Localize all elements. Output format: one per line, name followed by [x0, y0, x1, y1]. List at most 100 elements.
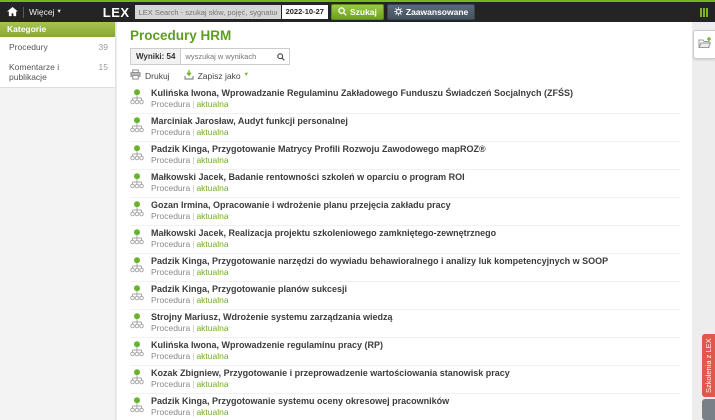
procedure-tree-icon — [130, 396, 144, 419]
result-title-link[interactable]: Padzik Kinga, Przygotowanie Matrycy Prof… — [151, 144, 486, 154]
status-badge: aktualna — [196, 239, 229, 249]
apps-grid-icon[interactable] — [700, 7, 708, 17]
search-date-field[interactable]: 2022-10-27 — [281, 5, 328, 19]
advanced-button-label: Zaawansowane — [405, 7, 469, 17]
result-item: Padzik Kinga, Przygotowanie Matrycy Prof… — [130, 142, 680, 170]
print-button-label: Drukuj — [145, 70, 170, 81]
result-item-body: Małkowski Jacek, Realizacja projektu szk… — [151, 228, 496, 251]
result-type: Procedura — [151, 379, 191, 389]
result-meta: Procedura | aktualna — [151, 183, 465, 193]
list-toolbar: Drukuj Zapisz jako ▾ — [130, 69, 680, 82]
result-title-link[interactable]: Padzik Kinga, Przygotowanie planów sukce… — [151, 284, 347, 294]
result-type: Procedura — [151, 155, 191, 165]
meta-separator: | — [192, 295, 195, 305]
sidebar-category-item[interactable]: Komentarze i publikacje 15 — [0, 57, 115, 87]
result-item: Małkowski Jacek, Badanie rentowności szk… — [130, 170, 680, 198]
status-badge: aktualna — [196, 127, 229, 137]
status-badge: aktualna — [196, 295, 229, 305]
side-tab-partial[interactable] — [702, 399, 715, 420]
procedure-tree-icon — [130, 116, 144, 139]
result-item-body: Strojny Mariusz, Wdrożenie systemu zarzą… — [151, 312, 393, 335]
result-title-link[interactable]: Strojny Mariusz, Wdrożenie systemu zarzą… — [151, 312, 393, 322]
lex-logo[interactable]: LEX — [103, 5, 130, 20]
result-item: Małkowski Jacek, Realizacja projektu szk… — [130, 226, 680, 254]
filter-search-button[interactable] — [273, 49, 289, 64]
categories-sidebar: Kategorie Procedury 39 Komentarze i publ… — [0, 22, 116, 420]
result-title-link[interactable]: Małkowski Jacek, Realizacja projektu szk… — [151, 228, 496, 238]
procedure-tree-icon — [130, 256, 144, 279]
search-icon — [338, 6, 347, 18]
result-meta: Procedura | aktualna — [151, 351, 383, 361]
result-item: Marciniak Jarosław, Audyt funkcji person… — [130, 114, 680, 142]
result-title-link[interactable]: Małkowski Jacek, Badanie rentowności szk… — [151, 172, 465, 182]
topbar-divider — [23, 6, 24, 18]
result-item: Padzik Kinga, Przygotowanie planów sukce… — [130, 282, 680, 310]
procedure-tree-icon — [130, 88, 144, 111]
search-icon — [277, 49, 286, 64]
printer-icon — [130, 69, 141, 82]
sidebar-items: Procedury 39 Komentarze i publikacje 15 — [0, 37, 115, 88]
result-type: Procedura — [151, 99, 191, 109]
meta-separator: | — [192, 379, 195, 389]
procedure-tree-icon — [130, 144, 144, 167]
meta-separator: | — [192, 127, 195, 137]
category-count: 15 — [98, 62, 108, 72]
result-item: Kulińska Iwona, Wprowadzenie regulaminu … — [130, 338, 680, 366]
save-as-button[interactable]: Zapisz jako ▾ — [183, 69, 248, 82]
page-title: Procedury HRM — [130, 28, 232, 43]
status-badge: aktualna — [196, 323, 229, 333]
result-type: Procedura — [151, 183, 191, 193]
result-meta: Procedura | aktualna — [151, 267, 608, 277]
trainings-tab[interactable]: Szkolenia z LEX — [702, 334, 715, 397]
result-item-body: Gozan Irmina, Opracowanie i wdrożenie pl… — [151, 200, 451, 223]
filter-results-input[interactable] — [181, 49, 274, 64]
sidebar-category-item[interactable]: Procedury 39 — [0, 37, 115, 57]
save-to-folder-flyout[interactable] — [693, 30, 715, 59]
more-menu-button[interactable]: Więcej ▾ — [29, 7, 61, 17]
result-type: Procedura — [151, 211, 191, 221]
result-type: Procedura — [151, 407, 191, 417]
result-title-link[interactable]: Padzik Kinga, Przygotowanie systemu ocen… — [151, 396, 449, 406]
trainings-tab-label: Szkolenia z LEX — [704, 338, 713, 393]
result-meta: Procedura | aktualna — [151, 323, 393, 333]
procedure-tree-icon — [130, 312, 144, 335]
results-list: Kulińska Iwona, Wprowadzanie Regulaminu … — [130, 86, 680, 420]
result-title-link[interactable]: Gozan Irmina, Opracowanie i wdrożenie pl… — [151, 200, 451, 210]
save-icon — [183, 69, 194, 82]
status-badge: aktualna — [196, 99, 229, 109]
result-title-link[interactable]: Kulińska Iwona, Wprowadzenie regulaminu … — [151, 340, 383, 350]
procedure-tree-icon — [130, 172, 144, 195]
result-item-body: Padzik Kinga, Przygotowanie Matrycy Prof… — [151, 144, 486, 167]
procedure-tree-icon — [130, 228, 144, 251]
category-label: Komentarze i publikacje — [9, 62, 60, 82]
result-meta: Procedura | aktualna — [151, 295, 347, 305]
result-title-link[interactable]: Kulińska Iwona, Wprowadzanie Regulaminu … — [151, 88, 573, 98]
advanced-search-button[interactable]: Zaawansowane — [386, 4, 476, 20]
meta-separator: | — [192, 351, 195, 361]
search-button-label: Szukaj — [349, 7, 377, 17]
results-panel: Procedury HRM Wyniki: 54 Drukuj Zapisz j… — [117, 22, 692, 420]
result-title-link[interactable]: Padzik Kinga, Przygotowanie narzędzi do … — [151, 256, 608, 266]
meta-separator: | — [192, 267, 195, 277]
result-item-body: Padzik Kinga, Przygotowanie systemu ocen… — [151, 396, 449, 419]
result-meta: Procedura | aktualna — [151, 407, 449, 417]
result-meta: Procedura | aktualna — [151, 155, 486, 165]
category-label: Procedury — [9, 42, 48, 52]
meta-separator: | — [192, 155, 195, 165]
result-item-body: Małkowski Jacek, Badanie rentowności szk… — [151, 172, 465, 195]
result-title-link[interactable]: Kozak Zbigniew, Przygotowanie i przeprow… — [151, 368, 510, 378]
category-count: 39 — [98, 42, 108, 52]
search-button[interactable]: Szukaj — [330, 4, 384, 20]
folder-plus-icon — [697, 36, 712, 54]
status-badge: aktualna — [196, 351, 229, 361]
home-button[interactable] — [7, 5, 18, 20]
result-type: Procedura — [151, 323, 191, 333]
global-search-input[interactable] — [134, 5, 281, 19]
result-item: Kulińska Iwona, Wprowadzanie Regulaminu … — [130, 86, 680, 114]
result-title-link[interactable]: Marciniak Jarosław, Audyt funkcji person… — [151, 116, 348, 126]
status-badge: aktualna — [196, 379, 229, 389]
result-item: Gozan Irmina, Opracowanie i wdrożenie pl… — [130, 198, 680, 226]
status-badge: aktualna — [196, 407, 229, 417]
result-type: Procedura — [151, 267, 191, 277]
print-button[interactable]: Drukuj — [130, 69, 170, 82]
